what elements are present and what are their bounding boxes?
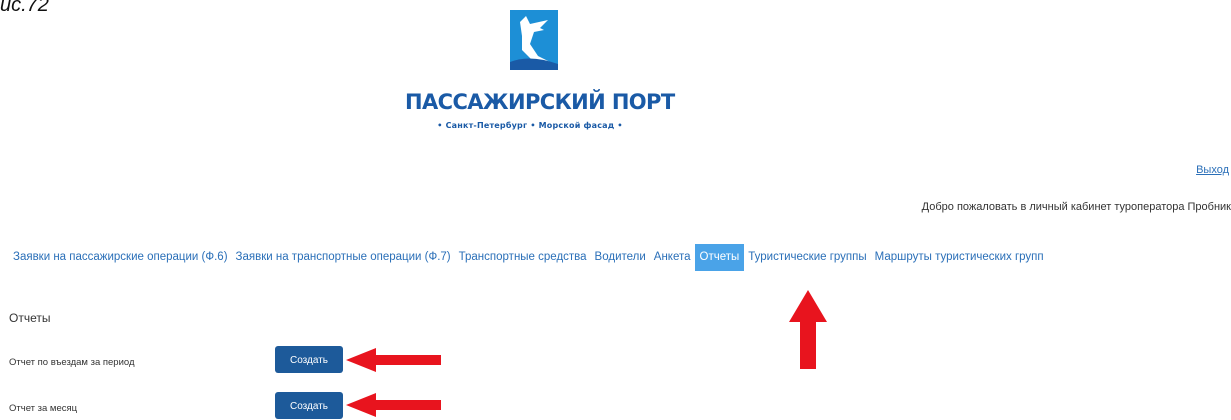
report-label-monthly: Отчет за месяц [9, 403, 78, 414]
report-label-entries-period: Отчет по въездам за период [9, 357, 135, 368]
annotation-arrow-left-icon [346, 348, 441, 372]
figure-caption: ис.72 [0, 0, 49, 16]
reports-section-title: Отчеты [9, 311, 51, 325]
port-logo-icon [510, 10, 558, 70]
nav-item-questionnaire[interactable]: Анкета [650, 244, 695, 271]
logo-subtitle: • Санкт-Петербург • Морской фасад • [437, 121, 623, 130]
nav-item-drivers[interactable]: Водители [591, 244, 650, 271]
annotation-arrow-left-icon [346, 393, 441, 417]
nav-item-tourist-routes[interactable]: Маршруты туристических групп [871, 244, 1048, 271]
nav-item-transport-requests[interactable]: Заявки на транспортные операции (Ф.7) [232, 244, 455, 271]
nav-item-vehicles[interactable]: Транспортные средства [455, 244, 591, 271]
logo: ПАССАЖИРСКИЙ ПОРТ • Санкт-Петербург • Мо… [405, 10, 675, 140]
logo-title: ПАССАЖИРСКИЙ ПОРТ [405, 90, 675, 114]
nav-item-reports[interactable]: Отчеты [694, 244, 745, 271]
logout-link[interactable]: Выход [1196, 164, 1229, 176]
create-report-entries-button[interactable]: Создать [275, 346, 343, 373]
create-report-monthly-button[interactable]: Создать [275, 392, 343, 419]
annotation-arrow-up-icon [789, 290, 827, 369]
main-nav: Заявки на пассажирские операции (Ф.6) За… [9, 244, 1048, 271]
nav-item-passenger-requests[interactable]: Заявки на пассажирские операции (Ф.6) [9, 244, 232, 271]
welcome-message: Добро пожаловать в личный кабинет туропе… [921, 201, 1231, 213]
nav-item-tourist-groups[interactable]: Туристические группы [744, 244, 870, 271]
